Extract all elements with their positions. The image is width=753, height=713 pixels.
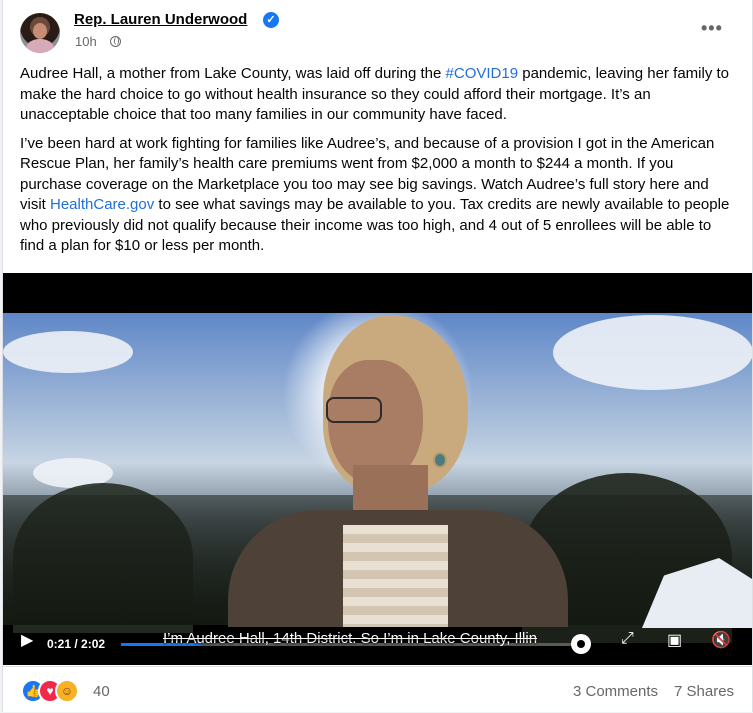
post-card: Rep. Lauren Underwood ✓ 10h ••• Audree H… xyxy=(2,0,753,712)
fullscreen-icon[interactable]: ⤢ xyxy=(621,630,634,648)
public-globe-icon xyxy=(110,36,121,47)
post-footer: 👍 ♥ ☺ 40 3 Comments 7 Shares xyxy=(3,666,752,713)
video-player[interactable]: ▶ 0:21 / 2:02 I’m Audree Hall, 14th Dist… xyxy=(3,273,752,665)
woman-in-video xyxy=(228,315,568,627)
author-name[interactable]: Rep. Lauren Underwood xyxy=(74,11,247,28)
more-options-icon[interactable]: ••• xyxy=(701,18,723,39)
play-icon[interactable]: ▶ xyxy=(21,630,33,650)
reaction-icons[interactable]: 👍 ♥ ☺ xyxy=(21,679,91,703)
cloud xyxy=(3,331,133,373)
mute-icon[interactable]: 🔇 xyxy=(711,630,731,650)
verified-icon: ✓ xyxy=(263,12,279,28)
video-timecode: 0:21 / 2:02 xyxy=(47,637,106,651)
video-caption: I’m Audree Hall, 14th District. So I’m i… xyxy=(163,630,538,647)
reaction-count[interactable]: 40 xyxy=(93,683,110,700)
paragraph-1-before: Audree Hall, a mother from Lake County, … xyxy=(20,65,446,82)
shares-count[interactable]: 7 Shares xyxy=(674,683,734,700)
cloud xyxy=(553,315,752,390)
striped-shirt xyxy=(343,525,448,627)
earring xyxy=(433,452,447,468)
post-paragraph-2: I’ve been hard at work fighting for fami… xyxy=(20,134,738,257)
picture-in-picture-icon[interactable]: ▣ xyxy=(667,630,682,650)
post-header: Rep. Lauren Underwood ✓ 10h ••• xyxy=(3,0,752,62)
healthcare-gov-link[interactable]: HealthCare.gov xyxy=(50,196,154,213)
author-avatar[interactable] xyxy=(20,13,60,53)
care-reaction-icon: ☺ xyxy=(55,679,79,703)
video-controls: ▶ 0:21 / 2:02 I’m Audree Hall, 14th Dist… xyxy=(3,628,752,660)
settings-icon[interactable] xyxy=(571,634,591,654)
post-paragraph-1: Audree Hall, a mother from Lake County, … xyxy=(20,64,738,126)
glasses xyxy=(326,397,382,423)
covid-hashtag-link[interactable]: #COVID19 xyxy=(446,65,519,82)
post-time[interactable]: 10h xyxy=(75,34,97,49)
comments-count[interactable]: 3 Comments xyxy=(573,683,658,700)
post-text: Audree Hall, a mother from Lake County, … xyxy=(20,64,738,265)
